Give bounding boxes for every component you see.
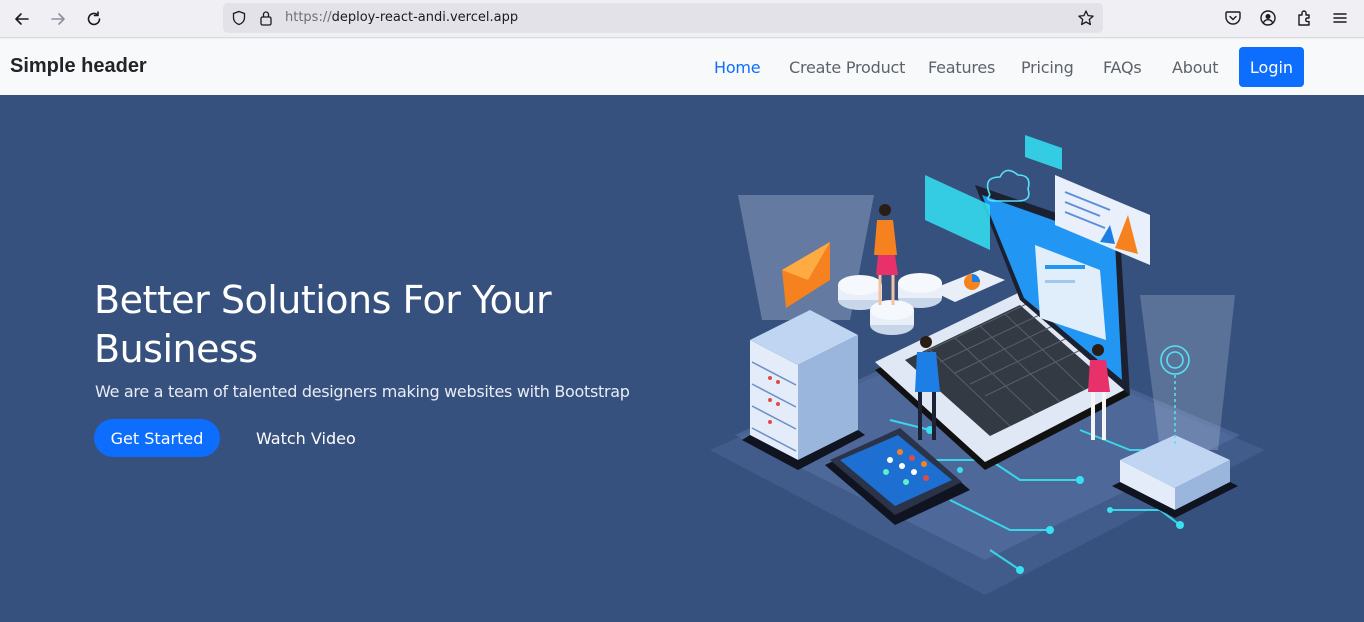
- watch-video-link[interactable]: Watch Video: [256, 429, 356, 448]
- forward-icon[interactable]: [46, 7, 70, 31]
- hero-section: Better Solutions For Your Business We ar…: [0, 95, 1364, 622]
- bookmark-star-icon[interactable]: [1077, 9, 1095, 32]
- hero-illustration: [710, 135, 1265, 595]
- site-header: Simple header Home Create Product Featur…: [0, 39, 1364, 95]
- account-icon[interactable]: [1257, 7, 1279, 29]
- url-text[interactable]: https://deploy-react-andi.vercel.app: [285, 10, 518, 25]
- menu-icon[interactable]: [1329, 7, 1351, 29]
- nav-pricing[interactable]: Pricing: [1021, 58, 1074, 77]
- nav-home[interactable]: Home: [714, 58, 761, 77]
- reload-icon[interactable]: [82, 7, 106, 31]
- hero-subtitle: We are a team of talented designers maki…: [95, 382, 630, 401]
- shield-icon[interactable]: [231, 10, 247, 31]
- extensions-icon[interactable]: [1293, 7, 1315, 29]
- brand-title[interactable]: Simple header: [10, 55, 147, 78]
- hero-title: Better Solutions For Your Business: [94, 278, 552, 371]
- nav-features[interactable]: Features: [928, 58, 995, 77]
- login-button[interactable]: Login: [1239, 47, 1304, 87]
- lock-icon[interactable]: [259, 10, 273, 31]
- pocket-icon[interactable]: [1222, 7, 1244, 29]
- url-bar[interactable]: https://deploy-react-andi.vercel.app: [223, 3, 1103, 33]
- nav-faqs[interactable]: FAQs: [1103, 58, 1142, 77]
- get-started-button[interactable]: Get Started: [94, 419, 220, 457]
- nav-create-product[interactable]: Create Product: [789, 58, 905, 77]
- nav-about[interactable]: About: [1172, 58, 1219, 77]
- back-icon[interactable]: [10, 7, 34, 31]
- browser-toolbar: https://deploy-react-andi.vercel.app: [0, 0, 1364, 38]
